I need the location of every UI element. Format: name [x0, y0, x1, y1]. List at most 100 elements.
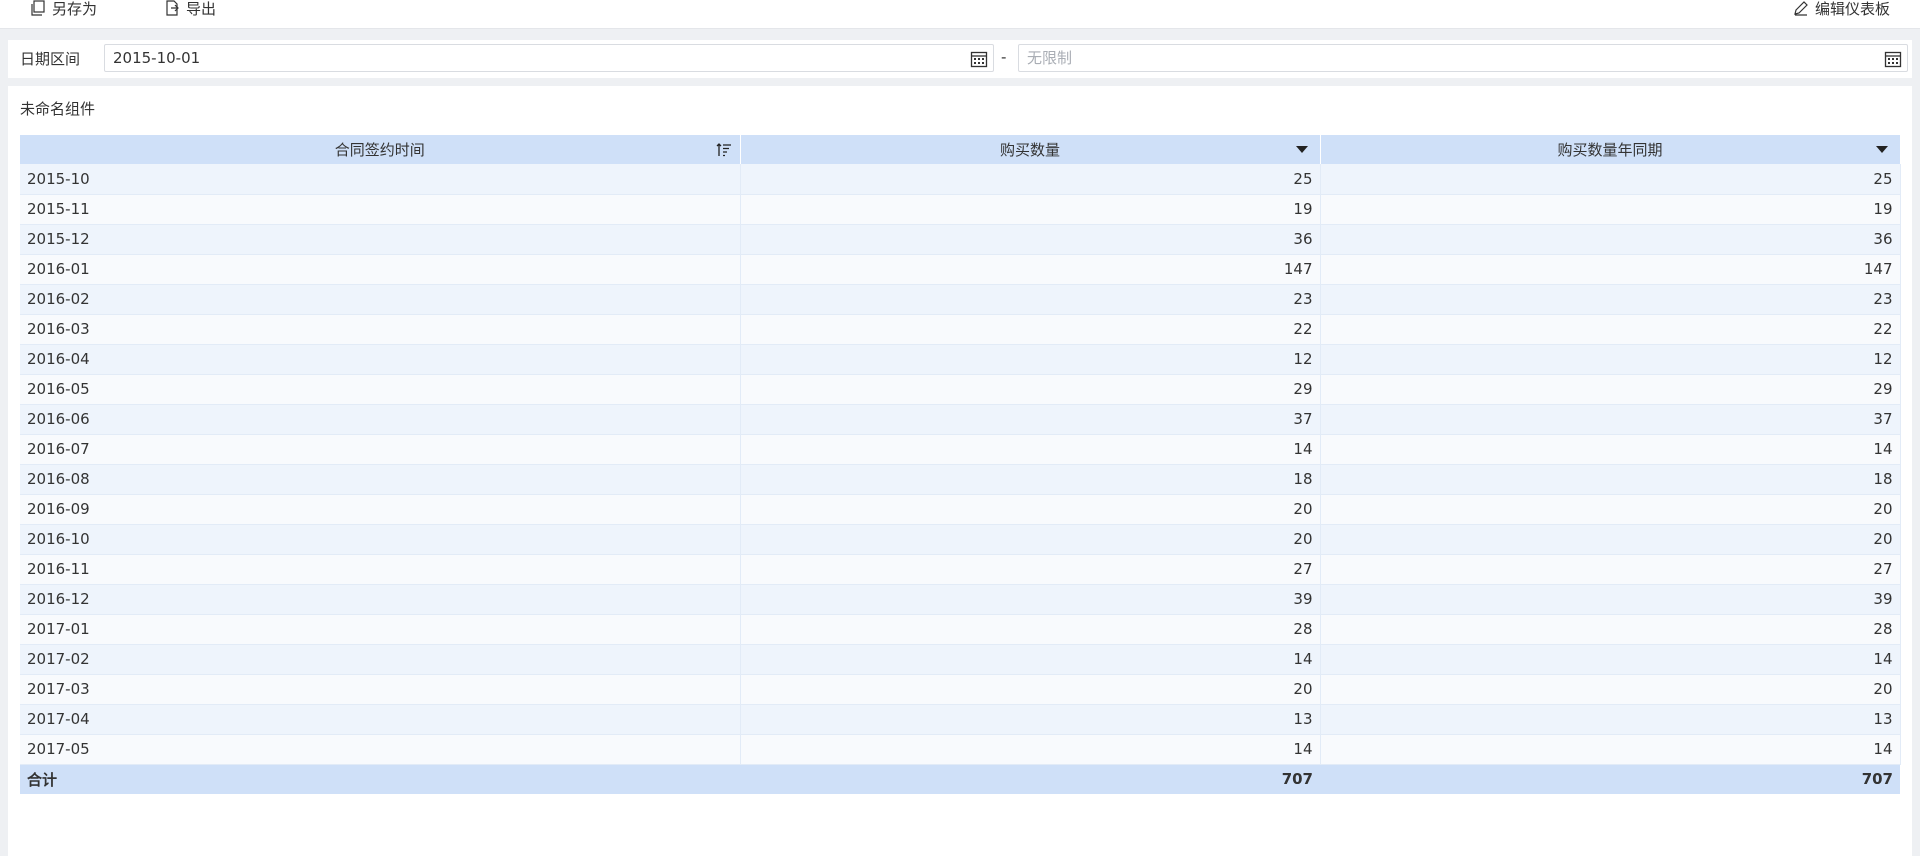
cell-purchase-qty: 14 — [740, 734, 1321, 765]
cell-purchase-qty-yoy: 20 — [1320, 494, 1901, 525]
cell-purchase-qty: 12 — [740, 344, 1321, 375]
cell-purchase-qty-yoy: 36 — [1320, 224, 1901, 255]
table-row[interactable]: 2016-02 23 23 — [20, 284, 1901, 315]
column-header-contract-time[interactable]: 合同签约时间 — [20, 135, 741, 164]
cell-purchase-qty-yoy: 14 — [1320, 734, 1901, 765]
table-row[interactable]: 2016-04 12 12 — [20, 344, 1901, 375]
cell-contract-time: 2016-06 — [20, 404, 741, 435]
cell-contract-time: 2015-12 — [20, 224, 741, 255]
table-row[interactable]: 2016-11 27 27 — [20, 554, 1901, 585]
cell-contract-time: 2016-04 — [20, 344, 741, 375]
cell-purchase-qty-yoy: 14 — [1320, 644, 1901, 675]
cell-purchase-qty-yoy: 20 — [1320, 674, 1901, 705]
calendar-icon[interactable] — [1884, 50, 1902, 76]
column-header-purchase-qty-yoy[interactable]: 购买数量年同期 — [1320, 135, 1901, 164]
top-toolbar: 另存为 导出 编辑仪表板 — [0, 0, 1920, 29]
table-header-row: 合同签约时间 购买数量 购买数量年同期 — [20, 135, 1901, 164]
cell-purchase-qty: 28 — [740, 614, 1321, 645]
cell-purchase-qty-yoy: 22 — [1320, 314, 1901, 345]
cell-contract-time: 2017-01 — [20, 614, 741, 645]
cell-purchase-qty-yoy: 13 — [1320, 704, 1901, 735]
end-date-input[interactable]: 无限制 — [1018, 44, 1908, 72]
total-label: 合计 — [20, 764, 740, 794]
export-button[interactable]: 导出 — [164, 0, 217, 18]
cell-purchase-qty-yoy: 39 — [1320, 584, 1901, 615]
cell-contract-time: 2017-04 — [20, 704, 741, 735]
cell-contract-time: 2015-10 — [20, 164, 741, 195]
table-row[interactable]: 2017-05 14 14 — [20, 734, 1901, 765]
export-file-icon — [164, 0, 180, 16]
cell-purchase-qty-yoy: 20 — [1320, 524, 1901, 555]
table-row[interactable]: 2015-10 25 25 — [20, 164, 1901, 195]
cell-purchase-qty: 147 — [740, 254, 1321, 285]
cell-purchase-qty-yoy: 27 — [1320, 554, 1901, 585]
cell-purchase-qty: 20 — [740, 494, 1321, 525]
cell-purchase-qty: 14 — [740, 644, 1321, 675]
table-row[interactable]: 2016-10 20 20 — [20, 524, 1901, 555]
save-as-button[interactable]: 另存为 — [30, 0, 98, 18]
cell-contract-time: 2017-02 — [20, 644, 741, 675]
cell-purchase-qty: 25 — [740, 164, 1321, 195]
table-row[interactable]: 2016-12 39 39 — [20, 584, 1901, 615]
triangle-down-icon[interactable] — [1295, 146, 1308, 153]
table-row[interactable]: 2017-04 13 13 — [20, 704, 1901, 735]
table-row[interactable]: 2017-02 14 14 — [20, 644, 1901, 675]
table-row[interactable]: 2016-03 22 22 — [20, 314, 1901, 345]
cell-contract-time: 2016-11 — [20, 554, 741, 585]
table-row[interactable]: 2016-05 29 29 — [20, 374, 1901, 405]
widget-title: 未命名组件 — [20, 100, 96, 118]
calendar-icon[interactable] — [970, 50, 988, 76]
cell-purchase-qty-yoy: 19 — [1320, 194, 1901, 225]
column-header-label: 购买数量 — [999, 141, 1060, 159]
cell-contract-time: 2016-07 — [20, 434, 741, 465]
cell-contract-time: 2016-03 — [20, 314, 741, 345]
cell-purchase-qty: 29 — [740, 374, 1321, 405]
table-body: 2015-10 25 25 2015-11 19 19 2015-12 36 36 2016-01… — [20, 164, 1901, 765]
cell-purchase-qty: 39 — [740, 584, 1321, 615]
cell-contract-time: 2015-11 — [20, 194, 741, 225]
cell-contract-time: 2016-09 — [20, 494, 741, 525]
column-header-purchase-qty[interactable]: 购买数量 — [740, 135, 1321, 164]
table-row[interactable]: 2016-08 18 18 — [20, 464, 1901, 495]
save-as-label: 另存为 — [52, 0, 98, 18]
total-purchase-qty-yoy: 707 — [1320, 764, 1900, 794]
cell-purchase-qty: 18 — [740, 464, 1321, 495]
export-label: 导出 — [186, 0, 217, 18]
cell-contract-time: 2016-12 — [20, 584, 741, 615]
cell-purchase-qty: 14 — [740, 434, 1321, 465]
sort-ascending-icon[interactable] — [716, 142, 732, 162]
cell-purchase-qty: 19 — [740, 194, 1321, 225]
filter-label: 日期区间 — [20, 50, 81, 68]
edit-dashboard-button[interactable]: 编辑仪表板 — [1793, 0, 1890, 18]
table-row[interactable]: 2015-11 19 19 — [20, 194, 1901, 225]
cell-purchase-qty-yoy: 14 — [1320, 434, 1901, 465]
cell-contract-time: 2016-05 — [20, 374, 741, 405]
table-row[interactable]: 2015-12 36 36 — [20, 224, 1901, 255]
cell-purchase-qty: 27 — [740, 554, 1321, 585]
cell-purchase-qty-yoy: 25 — [1320, 164, 1901, 195]
triangle-down-icon[interactable] — [1875, 146, 1888, 153]
copy-icon — [30, 0, 46, 16]
table-row[interactable]: 2016-06 37 37 — [20, 404, 1901, 435]
table-row[interactable]: 2016-01 147 147 — [20, 254, 1901, 285]
table-row[interactable]: 2016-07 14 14 — [20, 434, 1901, 465]
end-date-placeholder: 无限制 — [1027, 49, 1073, 67]
cell-purchase-qty: 13 — [740, 704, 1321, 735]
cell-contract-time: 2017-03 — [20, 674, 741, 705]
table-row[interactable]: 2017-01 28 28 — [20, 614, 1901, 645]
total-purchase-qty: 707 — [740, 764, 1320, 794]
cell-purchase-qty-yoy: 37 — [1320, 404, 1901, 435]
table-row[interactable]: 2017-03 20 20 — [20, 674, 1901, 705]
edit-dashboard-label: 编辑仪表板 — [1814, 0, 1890, 18]
start-date-input[interactable]: 2015-10-01 — [104, 44, 994, 72]
date-range-filter: 日期区间 2015-10-01 - 无限制 — [8, 40, 1912, 78]
cell-contract-time: 2016-01 — [20, 254, 741, 285]
cell-purchase-qty-yoy: 28 — [1320, 614, 1901, 645]
cell-purchase-qty: 23 — [740, 284, 1321, 315]
cell-purchase-qty: 20 — [740, 524, 1321, 555]
cell-purchase-qty: 20 — [740, 674, 1321, 705]
table-row[interactable]: 2016-09 20 20 — [20, 494, 1901, 525]
pencil-icon — [1793, 0, 1809, 16]
cell-purchase-qty-yoy: 29 — [1320, 374, 1901, 405]
cell-purchase-qty-yoy: 18 — [1320, 464, 1901, 495]
